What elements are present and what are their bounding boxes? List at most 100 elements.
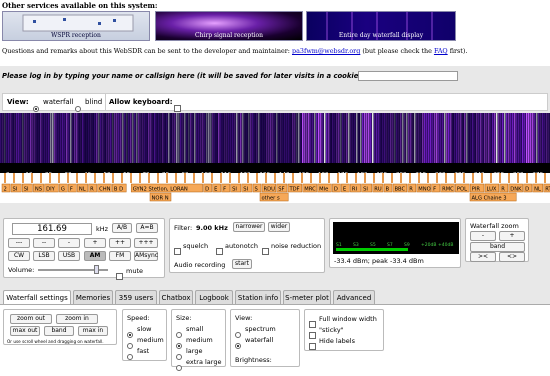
waterfall-streak <box>546 113 548 163</box>
waterfall-streak <box>202 113 204 163</box>
waterfall-streak <box>248 113 250 163</box>
mode-amsync-button[interactable]: AMsync <box>134 251 158 261</box>
waterfall-streak <box>198 113 200 163</box>
waterfall-display[interactable] <box>0 113 550 163</box>
noise-reduction-checkbox[interactable] <box>262 241 269 260</box>
zoom-minus-button[interactable]: - <box>470 231 496 241</box>
zoom-title: Waterfall zoom <box>470 222 519 230</box>
waterfall-streak <box>36 113 38 163</box>
waterfall-streak <box>230 113 232 163</box>
waterfall-streak <box>298 113 300 163</box>
waterfall-streak <box>336 113 338 163</box>
step-minus1-button[interactable]: - <box>58 238 80 248</box>
zoom-right-button[interactable]: <> <box>499 252 525 262</box>
step-plus1-button[interactable]: + <box>84 238 106 248</box>
tab-smeter-plot[interactable]: S-meter plot <box>283 290 331 304</box>
size-xlarge-radio[interactable] <box>176 357 182 376</box>
tab-waterfall-settings[interactable]: Waterfall settings <box>3 290 71 304</box>
band-button[interactable]: band <box>44 326 74 336</box>
mode-cw-button[interactable]: CW <box>8 251 30 261</box>
waterfall-streak <box>160 113 162 163</box>
step-minus2-button[interactable]: -- <box>33 238 55 248</box>
tab-users[interactable]: 359 users <box>115 290 157 304</box>
chirp-reception-link[interactable]: Chirp signal reception <box>155 11 303 41</box>
email-link[interactable]: pa3fwm@websdr.org <box>292 47 360 55</box>
tab-logbook[interactable]: Logbook <box>195 290 233 304</box>
wspr-reception-link[interactable]: WSPR reception <box>2 11 150 41</box>
station-label-text: NL <box>534 187 541 193</box>
max-in-button[interactable]: max in <box>78 326 108 336</box>
zoom-plus-button[interactable]: + <box>499 231 525 241</box>
waterfall-streak <box>40 113 42 163</box>
mode-fm-button[interactable]: FM <box>109 251 131 261</box>
squelch-checkbox[interactable] <box>174 241 181 260</box>
station-marker <box>256 173 258 183</box>
station-marker <box>364 173 366 183</box>
wider-button[interactable]: wider <box>268 222 290 232</box>
mode-usb-button[interactable]: USB <box>58 251 80 261</box>
volume-slider-thumb[interactable] <box>94 265 99 274</box>
view-waterfall-label: waterfall <box>245 336 274 344</box>
tab-chatbox[interactable]: Chatbox <box>159 290 193 304</box>
waterfall-streak <box>116 113 118 163</box>
frequency-input[interactable]: 161.69 <box>12 223 92 235</box>
waterfall-streak <box>430 113 432 163</box>
waterfall-streak <box>158 113 160 163</box>
day-waterfall-link[interactable]: Entire day waterfall display <box>306 11 456 41</box>
station-marker <box>175 173 177 183</box>
filter-width-value: 9.00 kHz <box>196 224 228 232</box>
tab-station-info[interactable]: Station info <box>235 290 281 304</box>
waterfall-streak <box>254 113 256 163</box>
aeqb-button[interactable]: A=B <box>136 223 158 233</box>
waterfall-streak <box>522 113 524 163</box>
station-label-text: SI <box>243 187 248 193</box>
zoom-left-button[interactable]: >< <box>470 252 496 262</box>
waterfall-streak <box>300 113 302 163</box>
frequency-scale[interactable]: 0102030405060708090100110120130140150160… <box>0 163 550 178</box>
waterfall-streak <box>12 113 14 163</box>
zoom-in-button[interactable]: zoom in <box>56 314 98 324</box>
station-marker <box>454 173 456 183</box>
waterfall-streak <box>292 113 294 163</box>
station-label-text: CHN <box>99 187 111 193</box>
mode-am-button[interactable]: AM <box>84 251 106 261</box>
view-waterfall-radio[interactable] <box>235 335 241 354</box>
tab-advanced[interactable]: Advanced <box>333 290 375 304</box>
zoom-band-button[interactable]: band <box>470 242 525 252</box>
mode-lsb-button[interactable]: LSB <box>33 251 55 261</box>
waterfall-streak <box>4 113 6 163</box>
record-start-button[interactable]: start <box>232 259 252 269</box>
tab-memories[interactable]: Memories <box>73 290 113 304</box>
speed-medium-label: medium <box>137 336 164 344</box>
waterfall-streak <box>284 113 286 163</box>
callsign-input[interactable] <box>358 71 458 81</box>
waterfall-streak <box>370 113 372 163</box>
waterfall-streak <box>530 113 532 163</box>
hide-labels-checkbox[interactable] <box>309 336 316 355</box>
station-marker <box>400 173 402 183</box>
waterfall-streak <box>218 113 220 163</box>
step-plus3-button[interactable]: +++ <box>134 238 158 248</box>
step-plus2-button[interactable]: ++ <box>109 238 131 248</box>
waterfall-streak <box>150 113 152 163</box>
waterfall-streak <box>462 113 464 163</box>
station-marker <box>229 173 231 183</box>
waterfall-streak <box>278 113 280 163</box>
ab-button[interactable]: A/B <box>112 223 132 233</box>
waterfall-streak <box>492 113 494 163</box>
station-marker <box>220 173 222 183</box>
faq-link[interactable]: FAQ <box>434 47 448 55</box>
station-marker <box>544 173 546 183</box>
max-out-button[interactable]: max out <box>10 326 40 336</box>
waterfall-streak <box>62 113 64 163</box>
station-marker <box>526 173 528 183</box>
mute-checkbox[interactable] <box>116 266 123 285</box>
waterfall-streak <box>46 113 48 163</box>
autonotch-checkbox[interactable] <box>216 241 223 260</box>
narrower-button[interactable]: narrower <box>233 222 265 232</box>
zoom-out-button[interactable]: zoom out <box>10 314 52 324</box>
waterfall-streak <box>146 113 148 163</box>
speed-fast-radio[interactable] <box>127 346 133 365</box>
waterfall-streak <box>294 113 296 163</box>
step-minus3-button[interactable]: --- <box>8 238 30 248</box>
